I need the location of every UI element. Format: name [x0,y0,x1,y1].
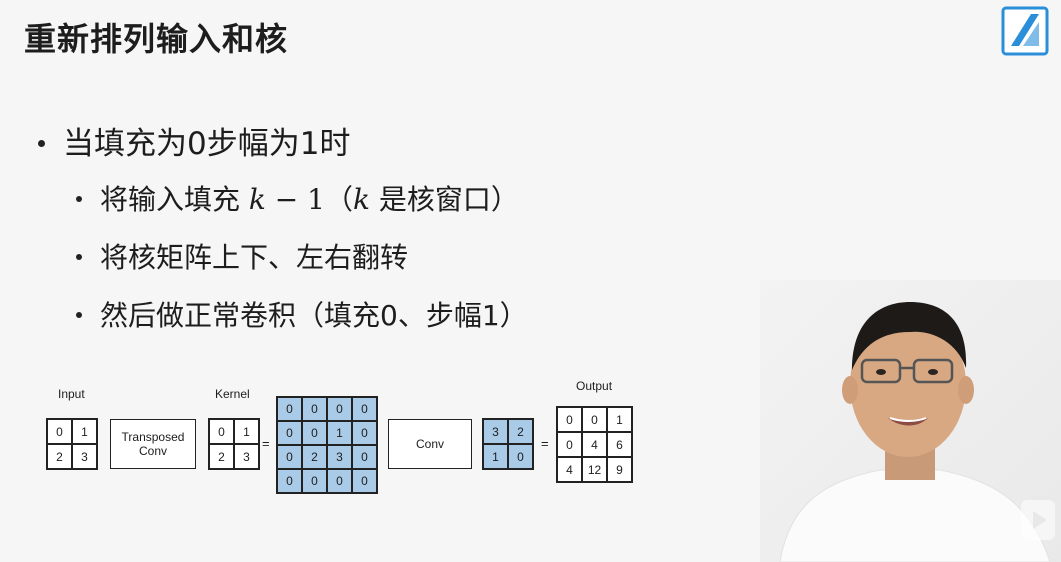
slide: 重新排列输入和核 当填充为0步幅为1时 将输入填充 k − 1（k 是核窗口） … [0,0,1061,562]
matrix-cell: 0 [47,419,72,444]
matrix-cell: 0 [277,397,302,421]
matrix-cell: 2 [47,444,72,469]
matrix-cell: 3 [234,444,259,469]
matrix-cell: 0 [277,445,302,469]
slide-title: 重新排列输入和核 [24,20,289,58]
matrix-cell: 4 [582,432,607,457]
matrix-cell: 1 [327,421,352,445]
matrix-cell: 0 [352,469,377,493]
matrix-cell: 1 [607,407,632,432]
sub-bullet-flip: 将核矩阵上下、左右翻转 [76,236,408,276]
kernel-label: Kernel [215,387,250,401]
play-icon[interactable] [1021,500,1055,540]
equals-sign: = [541,436,549,451]
matrix-cell: 0 [582,407,607,432]
bullet-dot [76,196,82,202]
bullet-dot [38,140,45,147]
matrix-cell: 9 [607,457,632,482]
matrix-cell: 0 [302,421,327,445]
matrix-cell: 0 [557,407,582,432]
matrix-cell: 1 [234,419,259,444]
logo-icon [1001,6,1049,56]
flipped-kernel-matrix: 3210 [482,418,534,470]
bullet-dot [76,254,82,260]
matrix-cell: 2 [209,444,234,469]
matrix-cell: 6 [607,432,632,457]
bullet-main: 当填充为0步幅为1时 [38,118,350,163]
matrix-cell: 3 [483,419,508,444]
input-matrix: 0123 [46,418,98,470]
matrix-cell: 12 [582,457,607,482]
sub-bullet-conv: 然后做正常卷积（填充0、步幅1） [76,294,528,334]
matrix-cell: 0 [277,421,302,445]
presenter-video [760,280,1061,562]
matrix-cell: 0 [508,444,533,469]
sub-bullet-pad: 将输入填充 k − 1（k 是核窗口） [76,178,519,218]
padded-input-matrix: 0000001002300000 [276,396,378,494]
matrix-cell: 0 [302,469,327,493]
matrix-cell: 1 [483,444,508,469]
matrix-cell: 0 [352,421,377,445]
equals-sign: = [262,436,270,451]
matrix-cell: 3 [327,445,352,469]
kernel-matrix: 0123 [208,418,260,470]
matrix-cell: 0 [327,397,352,421]
matrix-cell: 0 [209,419,234,444]
matrix-cell: 0 [557,432,582,457]
matrix-cell: 0 [352,397,377,421]
matrix-cell: 0 [352,445,377,469]
bullet-dot [76,312,82,318]
conv-box: Conv [388,419,472,469]
matrix-cell: 0 [277,469,302,493]
matrix-cell: 2 [508,419,533,444]
matrix-cell: 3 [72,444,97,469]
matrix-cell: 0 [327,469,352,493]
input-label: Input [58,387,85,401]
matrix-cell: 4 [557,457,582,482]
matrix-cell: 1 [72,419,97,444]
transposed-conv-box: Transposed Conv [110,419,196,469]
output-label: Output [576,379,613,393]
output-matrix: 0 0 1 0 4 6 4 12 9 [556,406,633,483]
matrix-cell: 2 [302,445,327,469]
matrix-cell: 0 [302,397,327,421]
